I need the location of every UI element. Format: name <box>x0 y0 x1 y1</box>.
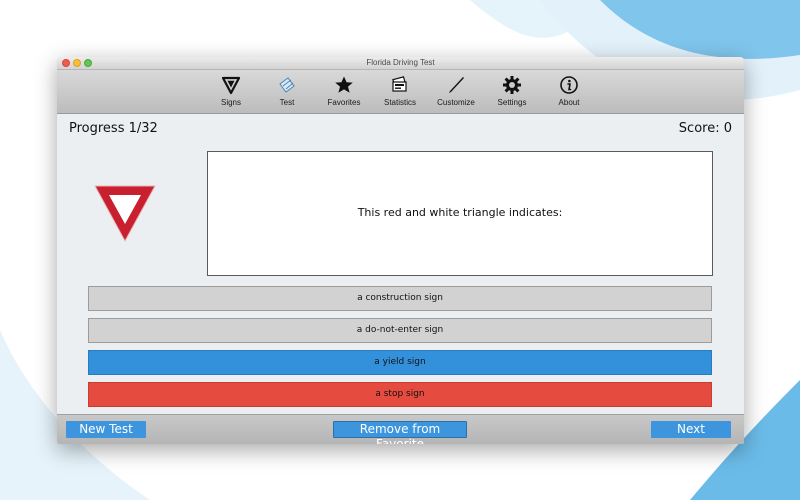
title-bar: Florida Driving Test <box>57 57 744 70</box>
new-test-button[interactable]: New Test <box>66 421 146 438</box>
toolbar-signs-label: Signs <box>220 98 241 107</box>
question-box: This red and white triangle indicates: <box>207 151 713 276</box>
yield-sign-icon <box>221 76 241 95</box>
answer-option-3[interactable]: a yield sign <box>88 350 712 375</box>
toolbar-test[interactable]: Test <box>259 70 315 113</box>
toolbar-settings-label: Settings <box>497 98 527 107</box>
star-icon <box>335 76 353 93</box>
answer-option-1[interactable]: a construction sign <box>88 286 712 311</box>
toolbar-statistics-label: Statistics <box>383 98 416 107</box>
question-text: This red and white triangle indicates: <box>357 206 563 219</box>
remove-favorite-button[interactable]: Remove from Favorite <box>333 421 467 444</box>
next-button[interactable]: Next <box>651 421 731 438</box>
toolbar: Signs Test Favorites Statistics Customiz… <box>57 70 744 114</box>
toolbar-signs[interactable]: Signs <box>203 70 259 113</box>
toolbar-about[interactable]: About <box>541 70 597 113</box>
quiz-panel: Progress 1/32 Score: 0 This red and whit… <box>57 114 744 414</box>
answer-option-2[interactable]: a do-not-enter sign <box>88 318 712 343</box>
progress-label: Progress 1/32 <box>69 121 158 136</box>
gear-icon <box>503 76 521 94</box>
toolbar-test-label: Test <box>279 98 295 107</box>
toolbar-customize-label: Customize <box>437 98 475 107</box>
toolbar-customize[interactable]: Customize <box>428 70 484 113</box>
bottom-bar: New Test Remove from Favorite Next <box>57 414 744 444</box>
window-title: Florida Driving Test <box>366 58 435 67</box>
toolbar-settings[interactable]: Settings <box>484 70 540 113</box>
score-label: Score: 0 <box>678 121 732 136</box>
toolbar-about-label: About <box>558 98 580 107</box>
toolbar-favorites[interactable]: Favorites <box>316 70 372 113</box>
bank-card-icon <box>392 76 407 92</box>
answer-option-4[interactable]: a stop sign <box>88 382 712 407</box>
pen-nib-icon <box>449 77 464 93</box>
info-icon <box>560 76 578 94</box>
pencil-paper-icon <box>279 77 295 93</box>
toolbar-favorites-label: Favorites <box>327 98 361 107</box>
app-window: Florida Driving Test Signs Test Favorite… <box>57 57 744 444</box>
yield-sign-image <box>94 185 156 242</box>
toolbar-statistics[interactable]: Statistics <box>372 70 428 113</box>
